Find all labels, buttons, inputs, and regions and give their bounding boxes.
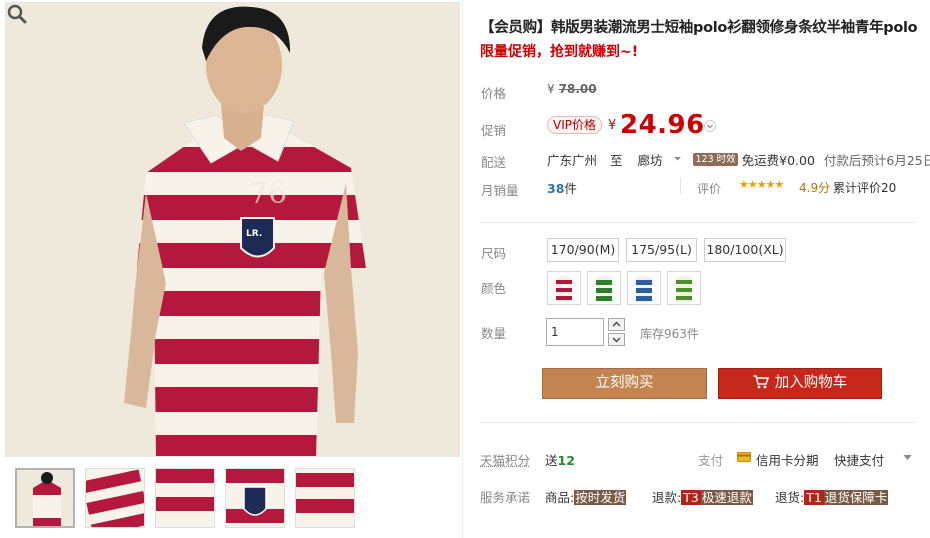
return-prefix: 退货: xyxy=(775,490,805,505)
promo-currency: ¥ xyxy=(608,118,617,133)
main-product-image[interactable]: LR. 76 xyxy=(5,2,460,457)
goods-tag: 按时发货 xyxy=(574,490,627,505)
svg-text:LR.: LR. xyxy=(246,229,262,239)
sales-number: 38 xyxy=(547,181,565,196)
promise-return[interactable]: 退货: T1 退货保障卡 xyxy=(775,487,889,506)
installment-option[interactable]: 信用卡分期 xyxy=(756,450,819,469)
price-original: 78.00 xyxy=(558,82,597,96)
points-number: 12 xyxy=(557,453,575,468)
service-promise-label: 服务承诺 xyxy=(480,490,531,505)
return-badge: T1 xyxy=(804,490,824,505)
monthly-sales-count: 38件 xyxy=(547,178,577,197)
rating-score: 4.9分 xyxy=(799,181,831,195)
divider xyxy=(480,422,916,423)
price-currency: ¥ xyxy=(547,82,555,96)
color-label: 颜色 xyxy=(481,281,507,296)
size-label: 尺码 xyxy=(481,246,507,261)
refund-badge: T3 xyxy=(681,490,701,505)
thumbnail-2[interactable] xyxy=(85,468,145,528)
color-swatch-lime[interactable] xyxy=(667,271,701,305)
zoom-icon[interactable] xyxy=(6,3,28,25)
quantity-label: 数量 xyxy=(481,326,507,341)
return-tag: 退货保障卡 xyxy=(823,490,889,505)
price-label: 价格 xyxy=(481,86,507,101)
size-option-m[interactable]: 170/90(M) xyxy=(547,238,619,262)
review-label: 评价 xyxy=(697,182,722,196)
add-to-cart-button[interactable]: 加入购物车 xyxy=(718,368,882,399)
quantity-decrease-button[interactable] xyxy=(608,333,625,346)
color-swatch-blue[interactable] xyxy=(627,271,661,305)
panel-divider xyxy=(462,0,463,538)
caret-down-icon[interactable] xyxy=(903,454,912,461)
promise-refund[interactable]: 退款: T3 极速退款 xyxy=(652,487,753,506)
size-option-xl[interactable]: 180/100(XL) xyxy=(704,238,786,262)
color-swatch-green[interactable] xyxy=(587,271,621,305)
rating-stars: ★★★★★ xyxy=(739,178,784,191)
product-title: 【会员购】韩版男装潮流男士短袖polo衫翻领修身条纹半袖青年polo xyxy=(480,20,918,36)
model-photo: LR. 76 xyxy=(6,3,459,456)
promo-label: 促销 xyxy=(481,123,507,138)
promo-subtitle: 限量促销，抢到就赚到~! xyxy=(480,44,639,60)
review-total-link[interactable]: 累计评价20 xyxy=(833,179,896,196)
chevron-down-icon[interactable] xyxy=(704,120,716,132)
refund-prefix: 退款: xyxy=(652,490,682,505)
payment-label: 支付 xyxy=(698,453,724,468)
shipping-label: 配送 xyxy=(481,155,507,170)
buy-now-button[interactable]: 立刻购买 xyxy=(542,368,707,399)
thumbnail-4[interactable] xyxy=(225,468,285,528)
promise-goods[interactable]: 商品:按时发货 xyxy=(545,487,627,506)
points-prefix: 送 xyxy=(545,453,558,468)
credit-card-icon xyxy=(737,452,751,462)
free-shipping: 免运费¥0.00 xyxy=(741,153,815,168)
size-option-l[interactable]: 175/95(L) xyxy=(626,238,697,262)
ship-from: 广东广州 xyxy=(547,153,598,168)
sales-unit: 件 xyxy=(564,181,577,196)
quantity-increase-button[interactable] xyxy=(608,318,625,331)
goods-prefix: 商品: xyxy=(545,490,575,505)
caret-down-icon[interactable] xyxy=(673,154,682,163)
quickpay-option[interactable]: 快捷支付 xyxy=(834,450,884,469)
points-value: 送12 xyxy=(545,450,575,469)
thumbnail-5[interactable] xyxy=(295,468,355,528)
svg-text:76: 76 xyxy=(249,176,287,211)
ship-destination[interactable]: 廊坊 xyxy=(638,150,663,169)
quantity-input[interactable] xyxy=(546,318,604,346)
thumbnail-1[interactable] xyxy=(15,468,75,528)
add-to-cart-label: 加入购物车 xyxy=(774,375,848,391)
shipping-row: 广东广州 至 廊坊 123 时效 免运费¥0.00 付款后预计6月25日送达 xyxy=(547,150,930,169)
tmall-points-label[interactable]: 天猫积分 xyxy=(480,450,530,469)
promo-price: 24.96 xyxy=(620,110,705,140)
thumbnail-3[interactable] xyxy=(155,468,215,528)
color-swatch-red[interactable] xyxy=(547,271,581,305)
timely-badge: 123 时效 xyxy=(693,153,738,166)
stock-count: 库存963件 xyxy=(640,327,699,341)
refund-tag: 极速退款 xyxy=(700,490,753,505)
delivery-note: 付款后预计6月25日送达 xyxy=(823,153,930,168)
vip-price-badge: VIP价格 xyxy=(547,116,602,134)
original-price: ¥78.00 xyxy=(547,82,597,96)
monthly-sales-label: 月销量 xyxy=(481,183,519,198)
divider xyxy=(480,222,916,223)
ship-to-word: 至 xyxy=(610,153,623,168)
cart-icon xyxy=(753,375,769,389)
divider xyxy=(680,178,681,194)
